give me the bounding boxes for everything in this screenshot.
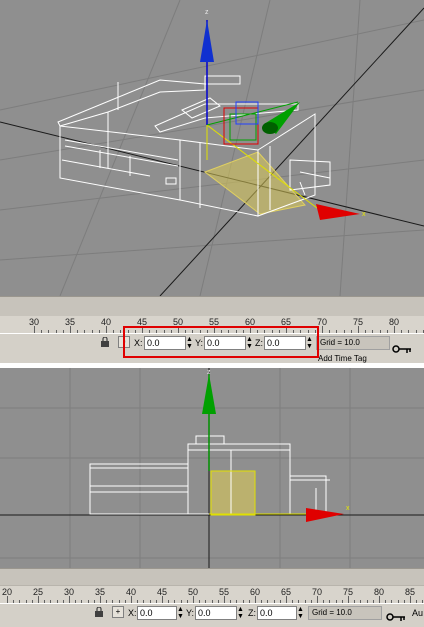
x-axis-arrow-front: [306, 508, 344, 522]
auto-key-button[interactable]: Au: [412, 608, 423, 618]
z-coord-label-bottom: Z:: [248, 608, 256, 618]
z-axis-arrow: [200, 20, 214, 62]
z-axis-label: z: [205, 9, 209, 16]
selected-face-front: [210, 470, 256, 516]
add-time-tag-button[interactable]: Add Time Tag: [318, 354, 367, 363]
coordinate-highlight-box: [123, 326, 319, 358]
grid-size-label-bottom: Grid = 10.0: [308, 606, 382, 620]
x-axis-label: x: [362, 211, 366, 218]
grid-size-label: Grid = 10.0: [316, 336, 390, 350]
time-ruler-bottom[interactable]: 20 25 30 35 40 45 50 55 60 65 70 75 80 85: [0, 585, 424, 604]
x-coord-label-bottom: X:: [128, 608, 137, 618]
x-axis-label-front: x: [346, 505, 350, 512]
z-spinner-bottom[interactable]: ▲ ▼: [297, 606, 304, 620]
key-icon[interactable]: [392, 344, 412, 354]
y-axis-label-front: z: [207, 369, 211, 376]
y-coord-label-bottom: Y:: [186, 608, 195, 618]
x-spinner-bottom[interactable]: ▲ ▼: [177, 606, 184, 620]
top-track-bar: [0, 296, 424, 316]
y-spinner-bottom[interactable]: ▲ ▼: [237, 606, 244, 620]
bottom-track-bar: [0, 568, 424, 586]
building-front-wireframe: [89, 435, 330, 515]
y-axis-arrow-front: [202, 374, 216, 414]
front-viewport[interactable]: z x: [0, 368, 424, 568]
status-bar-bottom: + X: 0.0 ▲ ▼ Y: 0.0 ▲ ▼ Z: 0.0 ▲ ▼ Grid = 1…: [0, 603, 424, 627]
y-coord-field-bottom[interactable]: 0.0: [195, 606, 237, 620]
viewport-scene-front: z x: [0, 368, 424, 568]
z-coord-field-bottom[interactable]: 0.0: [257, 606, 297, 620]
viewport-scene: z x: [0, 0, 424, 296]
absolute-mode-icon-bottom[interactable]: +: [112, 606, 124, 618]
perspective-viewport[interactable]: z x: [0, 0, 424, 296]
lock-icon-bottom[interactable]: [95, 606, 103, 617]
lock-icon[interactable]: [101, 336, 109, 347]
x-axis-arrow: [316, 204, 360, 220]
x-coord-field-bottom[interactable]: 0.0: [137, 606, 177, 620]
key-icon-bottom[interactable]: [386, 612, 406, 622]
